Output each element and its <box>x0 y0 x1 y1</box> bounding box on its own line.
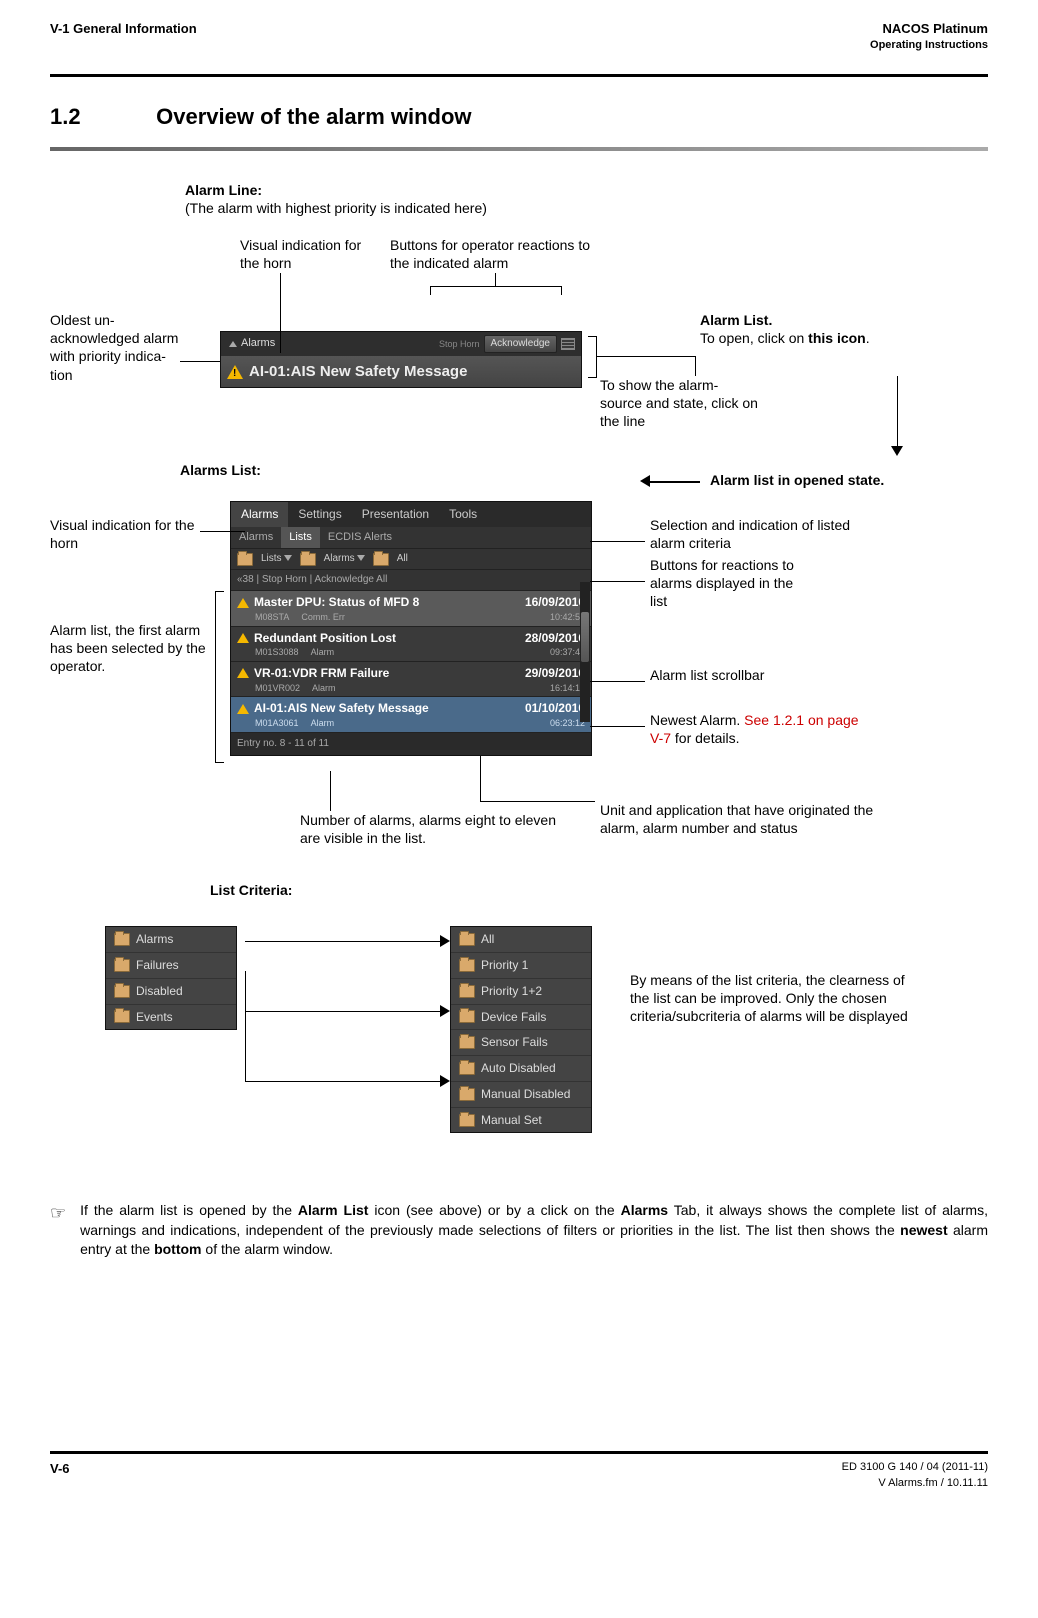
panel-actions[interactable]: «38 | Stop Horn | Acknowledge All <box>231 570 591 591</box>
section-heading: 1.2 Overview of the alarm window <box>50 102 988 133</box>
folder-icon <box>114 959 130 972</box>
filter-alarms[interactable]: Alarms <box>324 552 365 566</box>
warning-triangle-icon <box>237 633 249 643</box>
label-oldest-unack: Oldest un-acknowledged alarm with priori… <box>50 311 180 384</box>
header-chapter: V-1 General Information <box>50 20 197 54</box>
heading-list-criteria: List Criteria: <box>210 881 292 899</box>
label-unit-app: Unit and application that have origi­nat… <box>600 801 910 837</box>
folder-icon <box>459 1010 475 1023</box>
list-item[interactable]: Priority 1 <box>451 953 591 979</box>
label-alarm-list-opened: Alarm list in opened state. <box>710 471 930 489</box>
label-alarm-line-title: Alarm Line: <box>185 182 262 198</box>
subtab-ecdis[interactable]: ECDIS Alerts <box>320 527 400 548</box>
list-item[interactable]: Manual Set <box>451 1108 591 1133</box>
label-alarm-list-desc: To open, click on <box>700 330 808 346</box>
filter-lists[interactable]: Lists <box>261 552 292 566</box>
label-buttons-react: Buttons for operator reac­tions to the i… <box>390 236 610 272</box>
label-visual-horn-1: Visual indication for the horn <box>240 236 380 272</box>
header-product: NACOS Platinum <box>870 20 988 38</box>
list-item[interactable]: Auto Disabled <box>451 1056 591 1082</box>
tab-settings[interactable]: Settings <box>288 502 351 527</box>
label-first-selected: Alarm list, the first alarm has been sel… <box>50 621 210 676</box>
label-visual-horn-2: Visual indication for the horn <box>50 516 200 552</box>
tab-alarms[interactable]: Alarms <box>231 502 288 527</box>
list-item[interactable]: Device Fails <box>451 1005 591 1031</box>
divider-gradient <box>50 147 988 151</box>
list-item[interactable]: Failures <box>106 953 236 979</box>
tab-tools[interactable]: Tools <box>439 502 487 527</box>
warning-triangle-icon <box>237 668 249 678</box>
list-item[interactable]: Priority 1+2 <box>451 979 591 1005</box>
list-item[interactable]: Manual Disabled <box>451 1082 591 1108</box>
folder-icon <box>237 553 253 566</box>
note-text: If the alarm list is opened by the Alarm… <box>80 1201 988 1260</box>
folder-icon <box>373 553 389 566</box>
alarm-bar-stop-horn[interactable]: Stop Horn <box>439 338 480 351</box>
table-row[interactable]: AI-01:AIS New Safety Message01/10/2010 M… <box>231 697 591 732</box>
divider <box>50 74 988 77</box>
panel-footer: Entry no. 8 - 11 of 11 <box>231 733 591 755</box>
alarm-bar-ack-button[interactable]: Acknowledge <box>484 335 557 353</box>
diagram-area: Alarm Line: (The alarm with highest prio… <box>50 181 988 1431</box>
pointer-icon: ☞ <box>50 1201 66 1260</box>
folder-icon <box>459 1088 475 1101</box>
folder-icon <box>459 985 475 998</box>
alarms-panel-screenshot: Alarms Settings Presentation Tools Alarm… <box>230 501 592 756</box>
label-alarm-line-desc: (The alarm with highest priority is indi… <box>185 200 487 216</box>
list-item[interactable]: Alarms <box>106 927 236 953</box>
header-subtitle: Operating Instructions <box>870 38 988 53</box>
label-alarm-list-bold: this icon <box>808 330 866 346</box>
warning-triangle-icon: ! <box>227 365 243 379</box>
folder-icon <box>459 933 475 946</box>
list-item[interactable]: Sensor Fails <box>451 1030 591 1056</box>
subtab-alarms[interactable]: Alarms <box>231 527 281 548</box>
alarm-list-open-icon[interactable] <box>561 338 575 350</box>
label-criteria-desc: By means of the list criteria, the clear… <box>630 971 910 1026</box>
label-to-show: To show the alarm-source and state, clic… <box>600 376 760 431</box>
list-item[interactable]: Disabled <box>106 979 236 1005</box>
filter-all[interactable]: All <box>397 552 408 566</box>
doc-id: ED 3100 G 140 / 04 (2011-11) <box>842 1460 988 1475</box>
table-row[interactable]: Master DPU: Status of MFD 816/09/2010 M0… <box>231 591 591 626</box>
dropdown-icon <box>229 341 237 347</box>
table-row[interactable]: VR-01:VDR FRM Failure29/09/2010 M01VR002… <box>231 662 591 697</box>
criteria-panel-1: Alarms Failures Disabled Events <box>105 926 237 1030</box>
label-alarm-list-title: Alarm List. <box>700 312 772 328</box>
label-number-alarms: Number of alarms, alarms eight to eleven… <box>300 811 570 847</box>
scrollbar[interactable] <box>580 582 590 722</box>
list-item[interactable]: All <box>451 927 591 953</box>
folder-icon <box>114 985 130 998</box>
label-newest-alarm: Newest Alarm. <box>650 712 744 728</box>
alarm-bar-screenshot: Alarms Stop Horn Acknowledge ! AI-01:AIS… <box>220 331 582 388</box>
section-number: 1.2 <box>50 102 150 133</box>
alarm-bar-message[interactable]: AI-01:AIS New Safety Message <box>249 361 467 382</box>
tab-presentation[interactable]: Presentation <box>352 502 439 527</box>
table-row[interactable]: Redundant Position Lost28/09/2010 M01S30… <box>231 627 591 662</box>
folder-icon <box>459 1062 475 1075</box>
label-buttons-react-list: Buttons for reactions to alarms displaye… <box>650 556 810 611</box>
folder-icon <box>459 1036 475 1049</box>
label-selection-indication: Selection and indication of listed alarm… <box>650 516 870 552</box>
label-newest-alarm-2: for details. <box>671 730 739 746</box>
folder-icon <box>114 1010 130 1023</box>
subtab-lists[interactable]: Lists <box>281 527 320 548</box>
list-item[interactable]: Events <box>106 1005 236 1030</box>
criteria-panel-2: All Priority 1 Priority 1+2 Device Fails… <box>450 926 592 1133</box>
warning-triangle-icon <box>237 704 249 714</box>
folder-icon <box>459 959 475 972</box>
file-info: V Alarms.fm / 10.11.11 <box>842 1476 988 1491</box>
folder-icon <box>459 1114 475 1127</box>
section-title: Overview of the alarm window <box>156 104 471 129</box>
heading-alarms-list: Alarms List: <box>180 461 261 479</box>
folder-icon <box>300 553 316 566</box>
warning-triangle-icon <box>237 598 249 608</box>
folder-icon <box>114 933 130 946</box>
alarm-bar-header: Alarms <box>241 336 275 351</box>
label-scrollbar: Alarm list scrollbar <box>650 666 810 684</box>
page-number: V-6 <box>50 1460 70 1491</box>
